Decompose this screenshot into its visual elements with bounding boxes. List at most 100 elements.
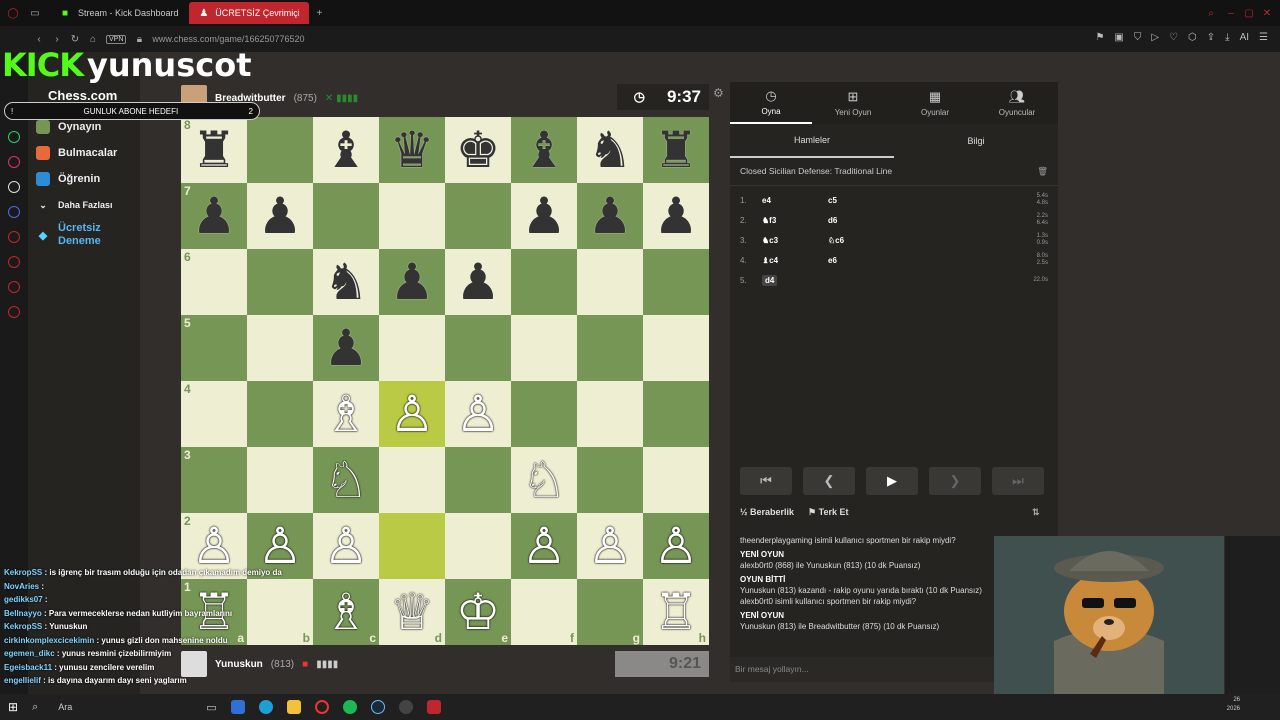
reload-icon[interactable]: ↻ bbox=[68, 32, 82, 46]
app-icon[interactable] bbox=[230, 700, 245, 714]
square-b6[interactable] bbox=[247, 249, 313, 315]
next-move-button[interactable]: ❯ bbox=[929, 467, 981, 495]
sidebar-item-learn[interactable]: Öğrenin bbox=[28, 166, 140, 192]
edge-icon[interactable] bbox=[258, 700, 273, 714]
chat-user[interactable]: NovAries bbox=[4, 582, 39, 591]
black-move[interactable]: c5 bbox=[828, 196, 948, 205]
square-f4[interactable] bbox=[511, 381, 577, 447]
draw-button[interactable]: ½ Beraberlik bbox=[740, 507, 794, 518]
menu-icon[interactable]: ☰ bbox=[1259, 32, 1268, 43]
resign-button[interactable]: ⚑ Terk Et bbox=[808, 507, 848, 518]
black-king-icon[interactable]: ♚ bbox=[456, 125, 501, 175]
tab-info[interactable]: Bilgi bbox=[894, 124, 1058, 158]
black-pawn-icon[interactable]: ♟ bbox=[258, 191, 303, 241]
white-move[interactable]: ♞f3 bbox=[762, 216, 828, 225]
square-d4[interactable]: ♙ bbox=[379, 381, 445, 447]
spotify-icon[interactable] bbox=[342, 700, 357, 714]
settings-icon[interactable] bbox=[8, 306, 20, 318]
black-move[interactable]: d6 bbox=[828, 216, 948, 225]
tab-games[interactable]: ▦ Oyunlar bbox=[894, 82, 976, 124]
back-icon[interactable]: ‹ bbox=[32, 32, 46, 46]
search-icon[interactable]: ⌕ bbox=[32, 701, 38, 714]
extensions-icon[interactable]: ⬡ bbox=[1188, 32, 1197, 43]
x-icon[interactable] bbox=[8, 181, 20, 193]
chat-user[interactable]: cirkinkomplexcicekimin bbox=[4, 636, 94, 645]
square-b7[interactable]: ♟ bbox=[247, 183, 313, 249]
black-pawn-icon[interactable]: ♟ bbox=[192, 191, 237, 241]
square-a3[interactable]: 3 bbox=[181, 447, 247, 513]
square-e6[interactable]: ♟ bbox=[445, 249, 511, 315]
black-pawn-icon[interactable]: ♟ bbox=[522, 191, 567, 241]
white-move[interactable]: ♝c4 bbox=[762, 256, 828, 265]
black-pawn-icon[interactable]: ♟ bbox=[390, 257, 435, 307]
white-knight-icon[interactable]: ♘ bbox=[522, 455, 567, 505]
white-pawn-icon[interactable]: ♙ bbox=[192, 521, 237, 571]
opera-logo-icon[interactable]: ◯ bbox=[6, 6, 20, 20]
url-field[interactable]: www.chess.com/game/166250776520 bbox=[152, 34, 304, 44]
square-c7[interactable] bbox=[313, 183, 379, 249]
square-h5[interactable] bbox=[643, 315, 709, 381]
square-a4[interactable]: 4 bbox=[181, 381, 247, 447]
task-view-icon[interactable]: ▭ bbox=[206, 701, 216, 714]
square-c6[interactable]: ♞ bbox=[313, 249, 379, 315]
white-pawn-icon[interactable]: ♙ bbox=[324, 521, 369, 571]
tab-manager-icon[interactable]: ▭ bbox=[28, 6, 42, 20]
heart-icon[interactable]: ♡ bbox=[1169, 32, 1178, 43]
square-e2[interactable] bbox=[445, 513, 511, 579]
square-d2[interactable] bbox=[379, 513, 445, 579]
tab-players[interactable]: 👥︎ Oyuncular bbox=[976, 82, 1058, 124]
white-pawn-icon[interactable]: ♙ bbox=[390, 389, 435, 439]
square-b4[interactable] bbox=[247, 381, 313, 447]
gear-icon[interactable]: ⚙ bbox=[713, 86, 724, 100]
black-pawn-icon[interactable]: ♟ bbox=[456, 257, 501, 307]
square-g1[interactable]: g bbox=[577, 579, 643, 645]
square-h7[interactable]: ♟ bbox=[643, 183, 709, 249]
square-h8[interactable]: ♜ bbox=[643, 117, 709, 183]
white-king-icon[interactable]: ♔ bbox=[456, 587, 501, 637]
instagram-icon[interactable] bbox=[8, 156, 20, 168]
flip-icon[interactable]: ⇅ bbox=[1032, 507, 1040, 518]
square-f2[interactable]: ♙ bbox=[511, 513, 577, 579]
white-pawn-icon[interactable]: ♙ bbox=[456, 389, 501, 439]
discord-icon[interactable] bbox=[8, 206, 20, 218]
windows-start-icon[interactable]: ⊞ bbox=[8, 700, 18, 714]
tab-play[interactable]: ◷ Oyna bbox=[730, 82, 812, 124]
share-icon[interactable]: ⇪ bbox=[1207, 32, 1215, 43]
close-window-icon[interactable]: ✕ bbox=[1260, 6, 1274, 20]
square-e8[interactable]: ♚ bbox=[445, 117, 511, 183]
sidebar-item-free-trial[interactable]: ◆ Ücretsiz Deneme bbox=[28, 218, 140, 252]
chat-user[interactable]: Egeisback11 bbox=[4, 663, 52, 672]
square-g3[interactable] bbox=[577, 447, 643, 513]
square-g6[interactable] bbox=[577, 249, 643, 315]
square-f3[interactable]: ♘ bbox=[511, 447, 577, 513]
square-h6[interactable] bbox=[643, 249, 709, 315]
square-f7[interactable]: ♟ bbox=[511, 183, 577, 249]
square-b3[interactable] bbox=[247, 447, 313, 513]
square-a7[interactable]: 7 ♟ bbox=[181, 183, 247, 249]
chat-user[interactable]: KekropSS bbox=[4, 568, 42, 577]
square-d3[interactable] bbox=[379, 447, 445, 513]
chat-user[interactable]: egemen_dikc bbox=[4, 649, 55, 658]
tab-new-game[interactable]: ⊞ Yeni Oyun bbox=[812, 82, 894, 124]
shield-icon[interactable]: ⛉ bbox=[1134, 32, 1142, 43]
black-knight-icon[interactable]: ♞ bbox=[588, 125, 633, 175]
square-a6[interactable]: 6 bbox=[181, 249, 247, 315]
square-f5[interactable] bbox=[511, 315, 577, 381]
square-c4[interactable]: ♗ bbox=[313, 381, 379, 447]
black-rook-icon[interactable]: ♜ bbox=[654, 125, 699, 175]
tab-moves[interactable]: Hamleler bbox=[730, 124, 894, 158]
square-b8[interactable] bbox=[247, 117, 313, 183]
white-rook-icon[interactable]: ♖ bbox=[654, 587, 699, 637]
music-icon[interactable] bbox=[8, 231, 20, 243]
chat-user[interactable]: gedikks07 bbox=[4, 595, 43, 604]
chat-user[interactable]: KekropSS bbox=[4, 622, 42, 631]
tab-kick-dashboard[interactable]: ■ Stream - Kick Dashboard bbox=[48, 2, 189, 24]
chat-user[interactable]: Bellnayyo bbox=[4, 609, 42, 618]
chat-user[interactable]: engellielif bbox=[4, 676, 41, 685]
white-move[interactable]: e4 bbox=[762, 196, 828, 205]
square-d6[interactable]: ♟ bbox=[379, 249, 445, 315]
last-move-button[interactable]: ⏭ bbox=[992, 467, 1044, 495]
square-h1[interactable]: h ♖ bbox=[643, 579, 709, 645]
explorer-icon[interactable] bbox=[286, 700, 301, 714]
square-c5[interactable]: ♟ bbox=[313, 315, 379, 381]
